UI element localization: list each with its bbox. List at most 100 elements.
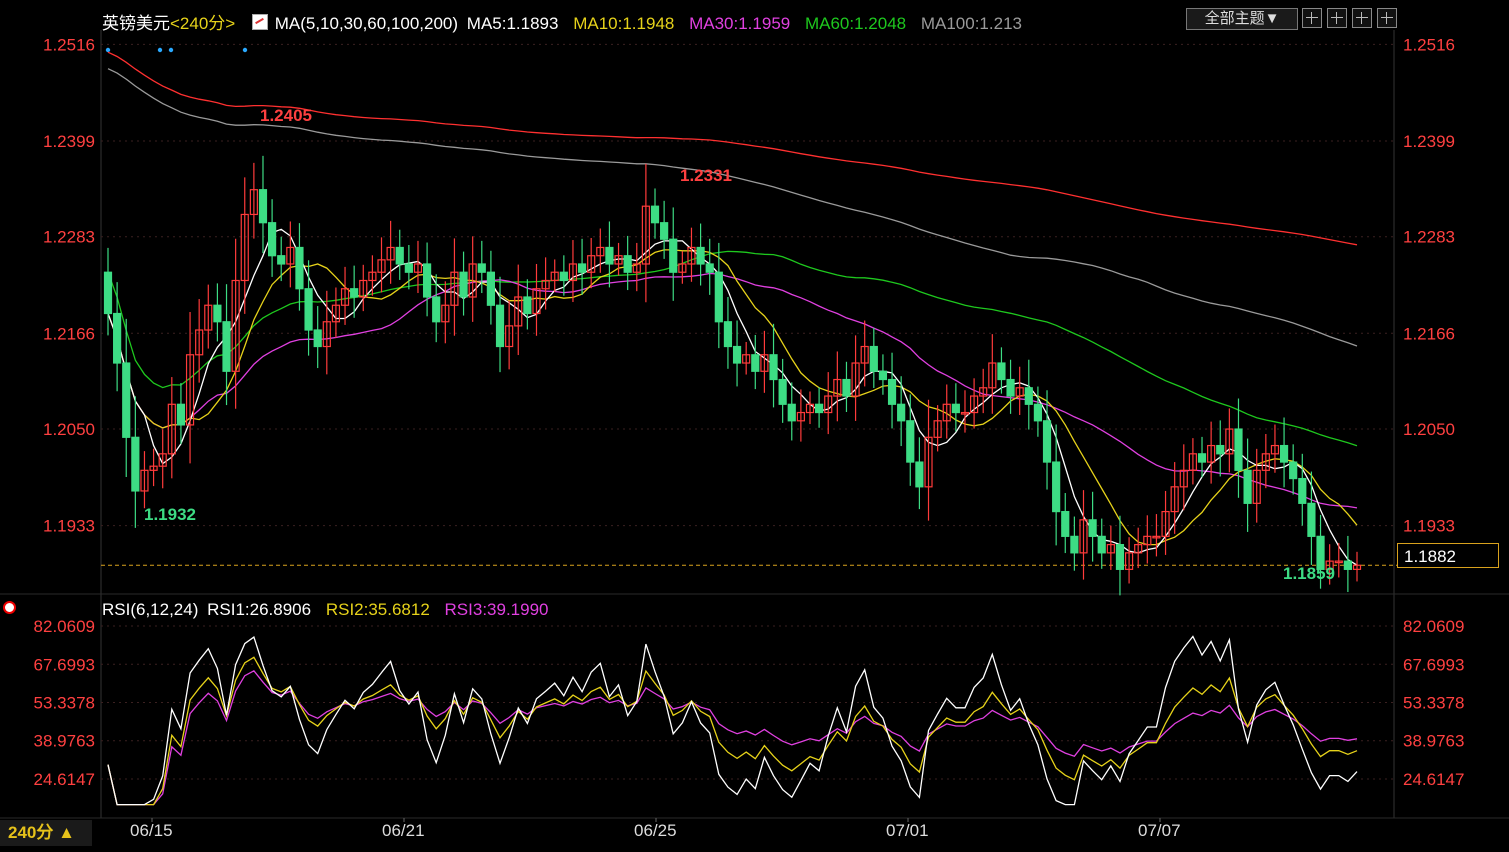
candlestick-chart[interactable]: 1.2516 1.2516 1.2399 1.2399 1.2283 1.2283 1.21… (0, 0, 1509, 852)
candle-body (350, 288, 359, 298)
candle-body (1279, 444, 1289, 463)
rsi1-value: RSI1:26.8906 (207, 600, 312, 619)
date-tick-label: 07/01 (886, 821, 929, 840)
candle-body (559, 271, 568, 282)
candle-body (304, 288, 313, 331)
candle-body (395, 246, 404, 265)
rsi2-line (107, 656, 1358, 806)
price-tick-left: 1.2166 (43, 324, 95, 343)
rsi-tick-left: 67.6993 (34, 655, 95, 674)
mid-high-annotation: 1.2331 (680, 166, 732, 185)
candle-body (277, 255, 286, 265)
candle-body (1061, 510, 1070, 537)
price-tick-left: 1.1933 (43, 517, 95, 536)
candle-body (1088, 519, 1097, 537)
candle-body (404, 263, 413, 273)
rsi3-value: RSI3:39.1990 (444, 600, 549, 619)
candle-body (696, 246, 705, 265)
candle-body (1234, 428, 1243, 471)
price-tick-left: 1.2399 (43, 132, 95, 151)
price-tick-right: 1.2399 (1403, 132, 1455, 151)
event-marker-dot (242, 47, 248, 53)
candle-body (1197, 453, 1207, 463)
candle-body (523, 296, 532, 315)
price-tick-left: 1.2050 (43, 420, 95, 439)
candle-body (122, 362, 131, 438)
candle-body (176, 403, 186, 426)
indicator-settings-icon[interactable] (3, 601, 16, 614)
date-tick-label: 06/15 (130, 821, 173, 840)
rsi-tick-left: 24.6147 (34, 770, 95, 789)
candle-body (714, 271, 723, 323)
candle-body (878, 370, 888, 381)
candle-body (495, 304, 505, 348)
candle-body (751, 354, 760, 372)
price-tick-left: 1.2283 (43, 228, 95, 247)
candle-body (605, 246, 614, 265)
candle-body (723, 321, 733, 348)
candle-body (459, 271, 468, 298)
candle-body (577, 263, 587, 273)
candle-body (1097, 535, 1106, 554)
candle-body (1216, 444, 1225, 455)
recent-low-annotation: 1.1859 (1283, 564, 1335, 583)
rsi-tick-left: 53.3378 (34, 694, 95, 713)
candle-body (1298, 477, 1307, 504)
candle-body (1243, 469, 1252, 504)
candle-body (778, 378, 787, 405)
candle-body (268, 222, 277, 257)
rsi-tick-right: 53.3378 (1403, 694, 1464, 713)
candle-body (915, 461, 924, 488)
ma60-line (107, 250, 1358, 447)
date-tick-label: 06/25 (634, 821, 677, 840)
candle-body (1052, 461, 1061, 513)
date-tick-label: 06/21 (382, 821, 425, 840)
rsi-tick-right: 67.6993 (1403, 655, 1464, 674)
current-price-box: 1.1882 (1397, 543, 1499, 568)
event-marker-dot (105, 47, 111, 53)
candle-body (422, 263, 432, 298)
high-price-annotation: 1.2405 (260, 106, 312, 125)
ma200-line (107, 51, 1358, 246)
price-tick-right: 1.2050 (1403, 420, 1455, 439)
candle-body (432, 296, 441, 323)
rsi-title: RSI(6,12,24) (102, 600, 199, 619)
rsi3-line (107, 669, 1358, 806)
candle-body (897, 403, 906, 422)
candle-body (787, 403, 796, 422)
event-marker-dot (157, 47, 163, 53)
candle-body (1307, 502, 1316, 537)
candle-body (869, 345, 878, 372)
candle-body (1042, 420, 1052, 463)
candle-body (131, 436, 140, 492)
candle-body (732, 345, 742, 364)
candle-body (1024, 387, 1033, 405)
rsi-tick-left: 82.0609 (34, 617, 95, 636)
candle-body (1343, 560, 1352, 570)
candle-body (705, 263, 714, 273)
period-button[interactable]: 240分 ▲ (0, 820, 92, 846)
rsi-tick-left: 38.9763 (34, 732, 95, 751)
candle-body (258, 189, 268, 224)
price-tick-left: 1.2516 (43, 35, 95, 54)
candle-body (222, 321, 231, 372)
price-tick-right: 1.1933 (1403, 517, 1455, 536)
rsi-tick-right: 82.0609 (1403, 617, 1464, 636)
low-price-annotation: 1.1932 (144, 505, 196, 524)
ma30-line (107, 272, 1358, 509)
rsi-tick-right: 24.6147 (1403, 770, 1464, 789)
candle-body (1289, 461, 1298, 480)
candle-body (842, 378, 851, 397)
candle-body (486, 271, 496, 306)
price-tick-right: 1.2516 (1403, 35, 1455, 54)
ma10-line (107, 249, 1358, 546)
candle-body (1006, 378, 1015, 397)
date-tick-label: 07/07 (1138, 821, 1181, 840)
candle-body (769, 354, 778, 381)
candle-body (313, 329, 322, 348)
price-tick-right: 1.2166 (1403, 324, 1455, 343)
candle-body (906, 420, 915, 463)
rsi2-value: RSI2:35.6812 (325, 600, 430, 619)
candle-body (213, 304, 222, 323)
rsi-tick-right: 38.9763 (1403, 732, 1464, 751)
